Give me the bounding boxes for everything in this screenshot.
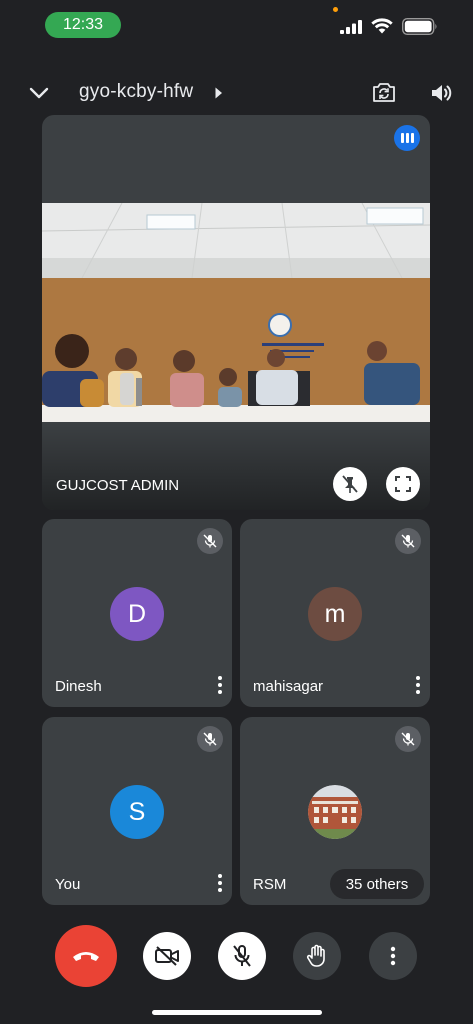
- meeting-header: gyo-kcby-hfw: [0, 70, 473, 116]
- chevron-down-icon[interactable]: [26, 80, 52, 106]
- cellular-signal-icon: [340, 20, 362, 34]
- participant-tile-self[interactable]: S You: [42, 717, 232, 905]
- avatar: m: [308, 587, 362, 641]
- main-speaker-tile[interactable]: GUJCOST ADMIN: [42, 115, 430, 510]
- fullscreen-button[interactable]: [386, 467, 420, 501]
- mic-toggle-button[interactable]: [218, 932, 266, 980]
- more-options-button[interactable]: [369, 932, 417, 980]
- participant-tile[interactable]: RSM 35 others: [240, 717, 430, 905]
- speaking-indicator-icon: [394, 125, 420, 151]
- participant-tile[interactable]: D Dinesh: [42, 519, 232, 707]
- call-controls: [0, 922, 473, 992]
- participant-name: You: [55, 876, 81, 893]
- mic-off-icon: [233, 945, 251, 967]
- avatar-photo: [308, 785, 362, 839]
- speaker-icon[interactable]: [428, 80, 454, 106]
- participant-name: Dinesh: [55, 678, 102, 695]
- status-bar: 12:33: [0, 0, 473, 50]
- battery-icon: [402, 18, 437, 35]
- pin-off-icon: [342, 475, 358, 493]
- mic-off-icon: [395, 726, 421, 752]
- unpin-button[interactable]: [333, 467, 367, 501]
- status-time: 12:33: [45, 12, 121, 38]
- wifi-icon: [371, 18, 393, 34]
- more-vert-icon: [390, 946, 396, 966]
- main-participant-name: GUJCOST ADMIN: [56, 477, 180, 494]
- name-gradient: [42, 422, 430, 510]
- mic-off-icon: [197, 528, 223, 554]
- more-vert-icon[interactable]: [216, 872, 224, 894]
- fullscreen-icon: [395, 476, 411, 492]
- more-vert-icon[interactable]: [414, 674, 422, 696]
- video-off-icon: [155, 946, 179, 966]
- mic-off-icon: [395, 528, 421, 554]
- participant-tile[interactable]: m mahisagar: [240, 519, 430, 707]
- hang-up-icon: [73, 952, 99, 961]
- end-call-button[interactable]: [55, 925, 117, 987]
- home-indicator[interactable]: [152, 1010, 322, 1015]
- raise-hand-button[interactable]: [293, 932, 341, 980]
- hand-icon: [306, 944, 325, 967]
- others-count-button[interactable]: 35 others: [330, 869, 424, 899]
- avatar: S: [110, 785, 164, 839]
- camera-toggle-button[interactable]: [143, 932, 191, 980]
- mic-in-use-indicator: [333, 7, 338, 12]
- switch-camera-icon[interactable]: [371, 79, 397, 105]
- participant-video: [42, 203, 430, 422]
- mic-off-icon: [197, 726, 223, 752]
- participant-name: mahisagar: [253, 678, 324, 695]
- meeting-code[interactable]: gyo-kcby-hfw: [79, 81, 193, 103]
- avatar: D: [110, 587, 164, 641]
- caret-right-icon[interactable]: [214, 87, 223, 99]
- participant-name: RSM: [253, 876, 287, 893]
- more-vert-icon[interactable]: [216, 674, 224, 696]
